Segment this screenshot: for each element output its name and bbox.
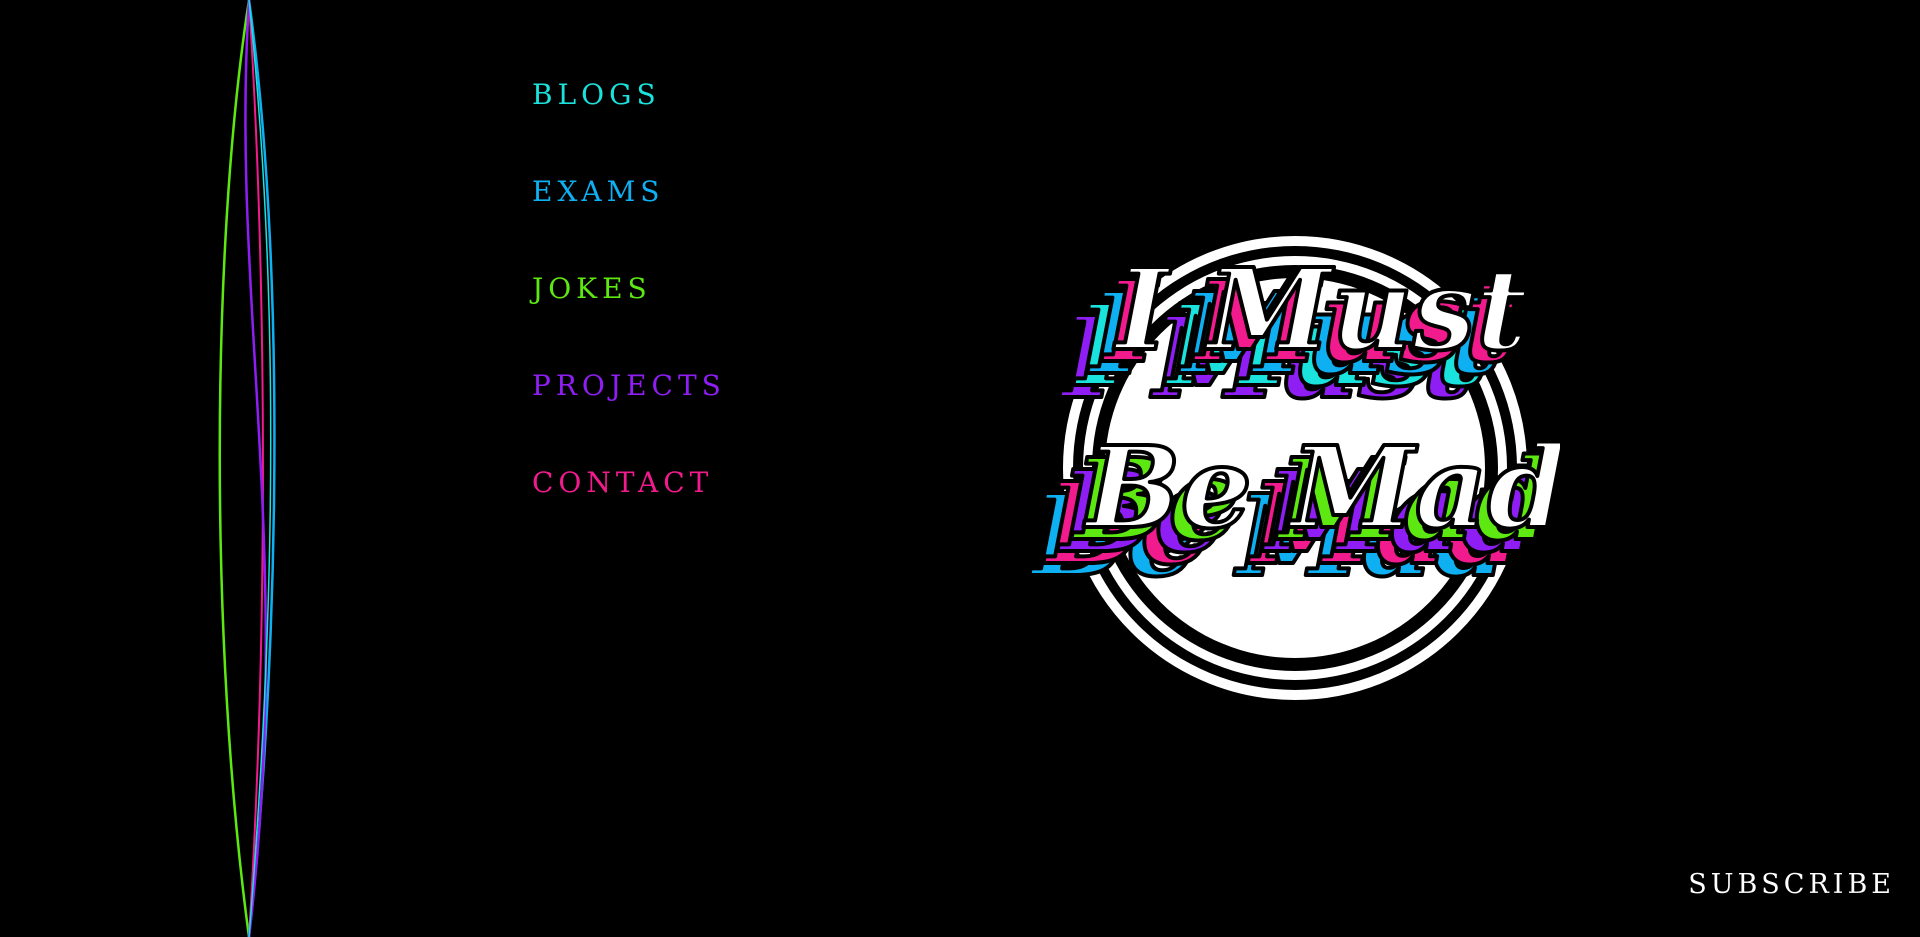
nav-link-exams[interactable]: EXAMS (532, 175, 726, 209)
site-logo[interactable]: I Must I Must I Must I Must I Must Be Ma… (1020, 225, 1560, 715)
nav-link-jokes[interactable]: JOKES (532, 272, 726, 306)
nav-link-blogs[interactable]: BLOGS (532, 78, 726, 112)
logo-text-line1: I Must (1113, 245, 1528, 376)
nav-link-contact[interactable]: CONTACT (532, 466, 726, 500)
subscribe-link[interactable]: SUBSCRIBE (1688, 869, 1895, 900)
page: BLOGS EXAMS JOKES PROJECTS CONTACT I Mus… (0, 0, 1920, 937)
decorative-waves (218, 0, 276, 937)
logo-text-line2: Be Mad (1083, 423, 1560, 554)
nav-link-projects[interactable]: PROJECTS (532, 369, 726, 403)
main-nav: BLOGS EXAMS JOKES PROJECTS CONTACT (532, 78, 726, 563)
